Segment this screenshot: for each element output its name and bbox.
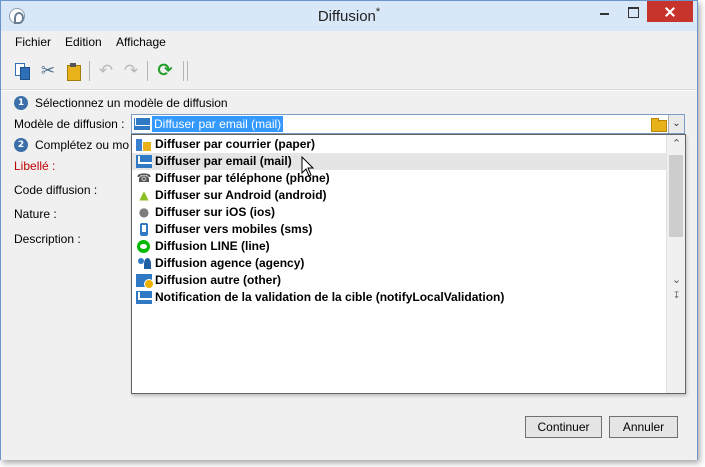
option-label: Diffuser vers mobiles (sms): [155, 222, 313, 236]
option-label: Diffusion agence (agency): [155, 256, 305, 270]
other-icon: [136, 274, 154, 289]
list-item[interactable]: Notification de la validation de la cibl…: [132, 289, 666, 306]
code-label: Code diffusion :: [14, 183, 98, 197]
paste-icon[interactable]: [64, 62, 82, 81]
option-label: Diffusion LINE (line): [155, 239, 270, 253]
title-bar[interactable]: Diffusion*: [1, 1, 697, 31]
template-dropdown-list: Diffuser par courrier (paper) Diffuser p…: [131, 134, 686, 394]
option-label: Diffuser par email (mail): [155, 154, 292, 168]
undo-icon[interactable]: ↶: [97, 62, 115, 80]
menu-affichage[interactable]: Affichage: [116, 35, 166, 49]
list-item[interactable]: ☎ Diffuser par téléphone (phone): [132, 170, 666, 187]
nature-label: Nature :: [14, 207, 57, 221]
android-icon: ▲: [139, 188, 149, 202]
phone-icon: ☎: [136, 171, 152, 185]
list-item[interactable]: Diffuser par email (mail): [132, 153, 666, 170]
folder-icon[interactable]: [650, 117, 667, 132]
modified-marker: *: [375, 6, 381, 18]
refresh-icon[interactable]: ⟳: [156, 62, 174, 80]
list-item[interactable]: ▲ Diffuser sur Android (android): [132, 187, 666, 204]
scroll-thumb[interactable]: [669, 155, 683, 237]
maximize-button[interactable]: [619, 1, 647, 23]
list-item[interactable]: Diffuser par courrier (paper): [132, 136, 666, 153]
option-label: Diffusion autre (other): [155, 273, 281, 287]
email-icon: [136, 155, 152, 168]
template-combobox[interactable]: Diffuser par email (mail) ⌄: [131, 114, 685, 134]
step-1-text: Sélectionnez un modèle de diffusion: [35, 96, 228, 110]
menu-fichier[interactable]: Fichier: [15, 35, 51, 49]
step-2-badge: 2: [14, 138, 28, 152]
step-1-badge: 1: [14, 96, 28, 110]
menu-edition[interactable]: Edition: [65, 35, 102, 49]
paper-mail-icon: [136, 138, 152, 151]
list-item[interactable]: Diffusion agence (agency): [132, 255, 666, 272]
apple-icon: ●: [138, 205, 150, 219]
step-2-text: Complétez ou mo: [35, 138, 130, 152]
option-label: Diffuser sur iOS (ios): [155, 205, 276, 219]
mobile-icon: [136, 223, 152, 236]
cursor-icon: [301, 156, 315, 177]
option-label: Diffuser sur Android (android): [155, 188, 327, 202]
close-button[interactable]: [647, 1, 693, 22]
toolbar-separator: [187, 61, 188, 81]
copy-icon[interactable]: [13, 62, 31, 80]
line-icon: [137, 240, 150, 253]
option-label: Diffuser par courrier (paper): [155, 137, 316, 151]
template-label: Modèle de diffusion :: [14, 117, 125, 131]
email-icon: [136, 291, 152, 304]
template-selected-value[interactable]: Diffuser par email (mail): [152, 116, 284, 132]
list-item[interactable]: Diffusion LINE (line): [132, 238, 666, 255]
continue-button[interactable]: Continuer: [525, 416, 602, 438]
toolbar-separator: [183, 61, 184, 81]
toolbar-separator: [147, 61, 148, 81]
list-scrollbar[interactable]: ⌃ ⌄ ↧: [666, 135, 685, 393]
dialog-window: Diffusion* Fichier Edition Affichage ✂ ↶…: [0, 0, 698, 460]
chevron-down-icon[interactable]: ⌄: [668, 115, 684, 133]
libelle-label: Libellé :: [14, 159, 56, 173]
description-label: Description :: [14, 232, 81, 246]
minimize-button[interactable]: [591, 1, 619, 23]
list-item[interactable]: Diffuser vers mobiles (sms): [132, 221, 666, 238]
menu-bar: Fichier Edition Affichage: [1, 31, 697, 53]
scroll-to-end-icon[interactable]: ↧: [667, 287, 686, 305]
cancel-button[interactable]: Annuler: [609, 416, 678, 438]
agency-icon: [136, 257, 152, 270]
toolbar-separator: [89, 61, 90, 81]
scroll-up-icon[interactable]: ⌃: [667, 135, 686, 153]
redo-icon[interactable]: ↷: [122, 62, 140, 80]
cut-icon[interactable]: ✂: [39, 62, 57, 80]
list-item[interactable]: Diffusion autre (other): [132, 272, 666, 289]
email-icon: [134, 118, 150, 130]
option-label: Notification de la validation de la cibl…: [155, 290, 505, 304]
toolbar: ✂ ↶ ↷ ⟳: [1, 53, 697, 90]
list-item[interactable]: ● Diffuser sur iOS (ios): [132, 204, 666, 221]
